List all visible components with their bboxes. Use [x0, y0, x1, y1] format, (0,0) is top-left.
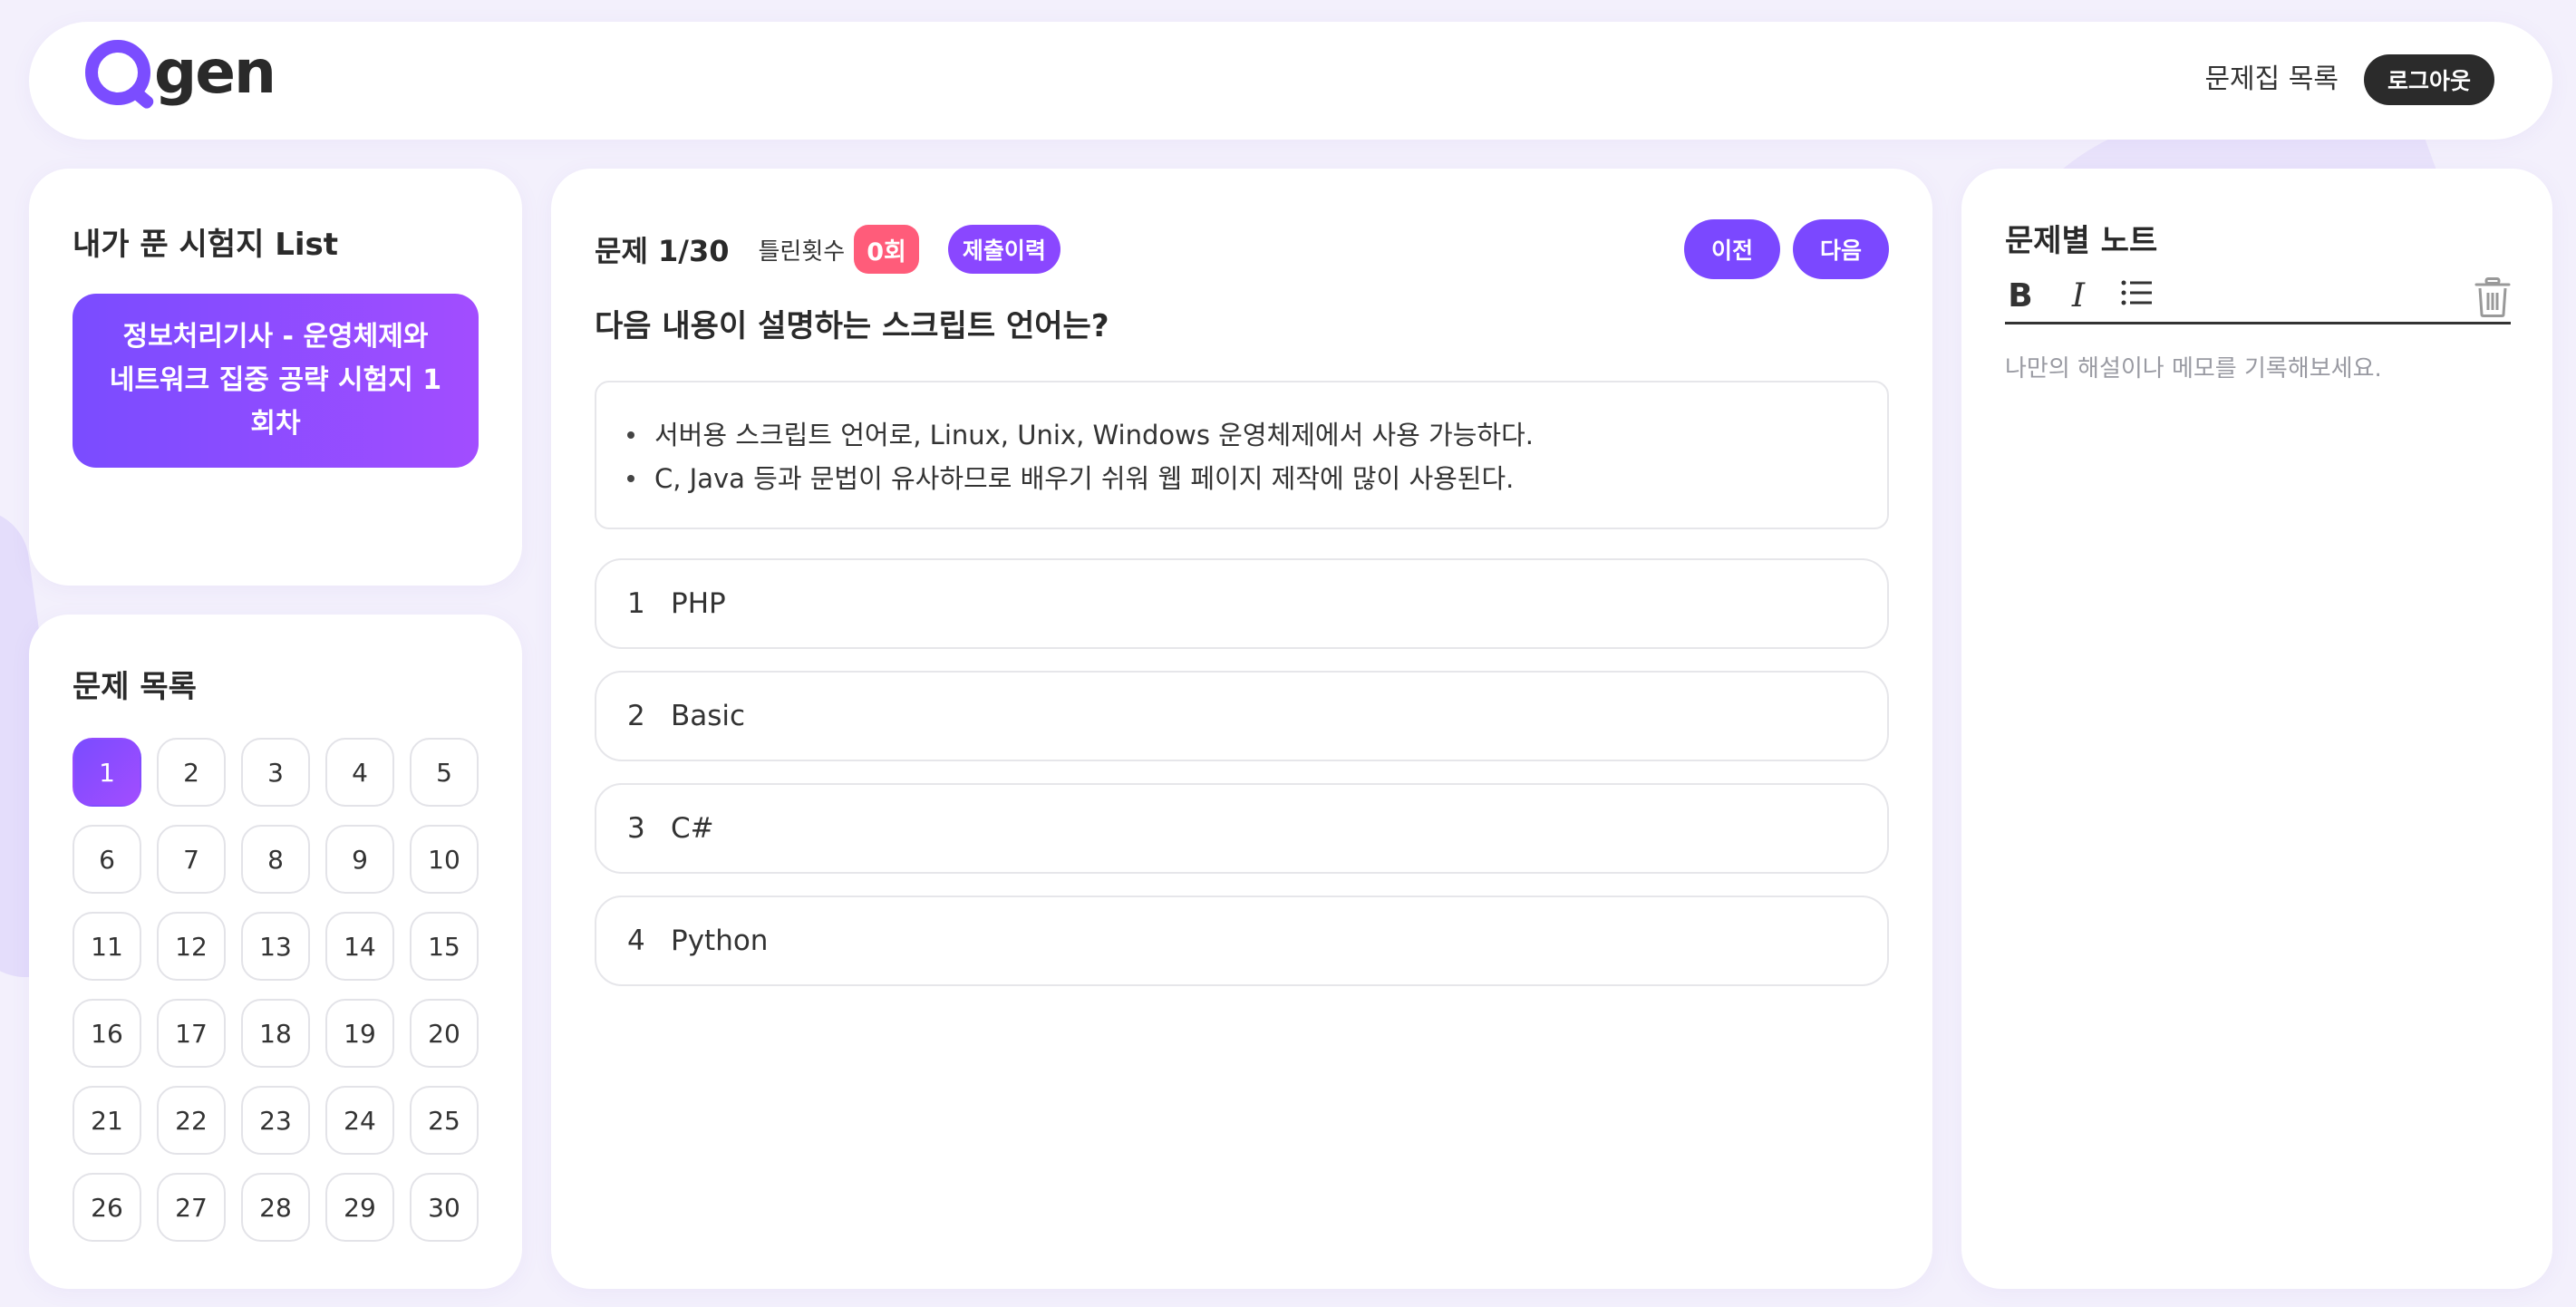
note-editor[interactable]: 나만의 해설이나 메모를 기록해보세요.	[2005, 350, 2382, 383]
exam-list-title: 내가 푼 시험지 List	[73, 227, 338, 263]
problem-set-list-link[interactable]: 문제집 목록	[2204, 60, 2339, 100]
question-number-button[interactable]: 25	[410, 1086, 479, 1155]
choice-text: Python	[671, 925, 769, 957]
bold-icon[interactable]: B	[2005, 277, 2036, 315]
question-number-button[interactable]: 24	[325, 1086, 394, 1155]
notes-title: 문제별 노트	[2005, 223, 2158, 259]
description-text: 서버용 스크립트 언어로, Linux, Unix, Windows 운영체제에…	[654, 420, 1534, 450]
logout-button[interactable]: 로그아웃	[2364, 54, 2494, 105]
question-number-button[interactable]: 18	[241, 999, 310, 1068]
list-icon[interactable]	[2121, 278, 2152, 315]
choice-text: PHP	[671, 587, 726, 620]
question-number-button[interactable]: 14	[325, 912, 394, 981]
logo[interactable]: gen	[85, 37, 276, 107]
question-number-button[interactable]: 22	[157, 1086, 226, 1155]
question-number-button[interactable]: 4	[325, 738, 394, 807]
question-number-button[interactable]: 26	[73, 1173, 141, 1242]
bullet-icon	[627, 475, 634, 482]
next-button[interactable]: 다음	[1793, 219, 1889, 279]
question-number-button[interactable]: 3	[241, 738, 310, 807]
question-number-button[interactable]: 19	[325, 999, 394, 1068]
choice-number: 1	[627, 587, 645, 620]
question-number-button[interactable]: 9	[325, 825, 394, 894]
description-line: C, Java 등과 문법이 유사하므로 배우기 쉬워 웹 페이지 제작에 많이…	[627, 457, 1887, 500]
exam-list-panel: 내가 푼 시험지 List 정보처리기사 - 운영체제와 네트워크 집중 공략 …	[29, 169, 522, 586]
notes-panel: 문제별 노트 B I 나만의 해설이나 메모를 기록해보세요.	[1961, 169, 2552, 1289]
choice-number: 2	[627, 700, 645, 732]
editor-toolbar: B I	[2005, 270, 2511, 324]
description-line: 서버용 스크립트 언어로, Linux, Unix, Windows 운영체제에…	[627, 413, 1887, 457]
question-number-button[interactable]: 29	[325, 1173, 394, 1242]
choice-text: Basic	[671, 700, 746, 732]
question-number-button[interactable]: 7	[157, 825, 226, 894]
question-header: 문제 1/30 틀린횟수 0회 제출이력	[595, 225, 1060, 274]
submission-history-button[interactable]: 제출이력	[947, 225, 1060, 274]
question-number-button[interactable]: 30	[410, 1173, 479, 1242]
question-number-button[interactable]: 21	[73, 1086, 141, 1155]
question-panel: 문제 1/30 틀린횟수 0회 제출이력 이전 다음 다음 내용이 설명하는 스…	[551, 169, 1932, 1289]
wrong-count-label: 틀린횟수	[758, 237, 846, 266]
logo-text: gen	[154, 37, 276, 107]
choice-number: 3	[627, 812, 645, 845]
question-number-button[interactable]: 8	[241, 825, 310, 894]
question-list-panel: 문제 목록 1 2 3 4 5 6 7 8 9 10 11 12 13 14 15 16 17 18 19 20 21 2…	[29, 615, 522, 1289]
wrong-count-badge: 0회	[854, 225, 919, 274]
question-list-title: 문제 목록	[73, 669, 197, 705]
question-number-button[interactable]: 1	[73, 738, 141, 807]
description-text: C, Java 등과 문법이 유사하므로 배우기 쉬워 웹 페이지 제작에 많이…	[654, 463, 1515, 494]
question-number-button[interactable]: 13	[241, 912, 310, 981]
italic-icon[interactable]: I	[2063, 277, 2094, 315]
previous-button[interactable]: 이전	[1684, 219, 1780, 279]
choice-text: C#	[671, 812, 714, 845]
choice-number: 4	[627, 925, 645, 957]
choice-option-4[interactable]: 4 Python	[595, 896, 1889, 986]
trash-icon[interactable]	[2474, 277, 2511, 317]
exam-list-item[interactable]: 정보처리기사 - 운영체제와 네트워크 집중 공략 시험지 1회차	[73, 294, 479, 468]
top-header: gen 문제집 목록 로그아웃	[29, 22, 2552, 140]
question-number-button[interactable]: 27	[157, 1173, 226, 1242]
question-number-button[interactable]: 6	[73, 825, 141, 894]
question-number: 문제 1/30	[595, 234, 730, 268]
question-number-button[interactable]: 5	[410, 738, 479, 807]
question-number-button[interactable]: 15	[410, 912, 479, 981]
question-number-grid: 1 2 3 4 5 6 7 8 9 10 11 12 13 14 15 16 17 18 19 20 21 22 23 24 2…	[73, 738, 479, 1242]
question-number-button[interactable]: 23	[241, 1086, 310, 1155]
question-number-button[interactable]: 20	[410, 999, 479, 1068]
choice-option-1[interactable]: 1 PHP	[595, 558, 1889, 649]
question-number-button[interactable]: 28	[241, 1173, 310, 1242]
bullet-icon	[627, 431, 634, 439]
choice-option-3[interactable]: 3 C#	[595, 783, 1889, 874]
question-description-box: 서버용 스크립트 언어로, Linux, Unix, Windows 운영체제에…	[595, 381, 1889, 529]
question-text: 다음 내용이 설명하는 스크립트 언어는?	[595, 308, 1109, 344]
question-number-button[interactable]: 2	[157, 738, 226, 807]
question-number-button[interactable]: 17	[157, 999, 226, 1068]
question-number-button[interactable]: 12	[157, 912, 226, 981]
question-number-button[interactable]: 10	[410, 825, 479, 894]
logo-mark-icon	[85, 40, 150, 105]
choice-option-2[interactable]: 2 Basic	[595, 671, 1889, 761]
question-number-button[interactable]: 16	[73, 999, 141, 1068]
question-number-button[interactable]: 11	[73, 912, 141, 981]
